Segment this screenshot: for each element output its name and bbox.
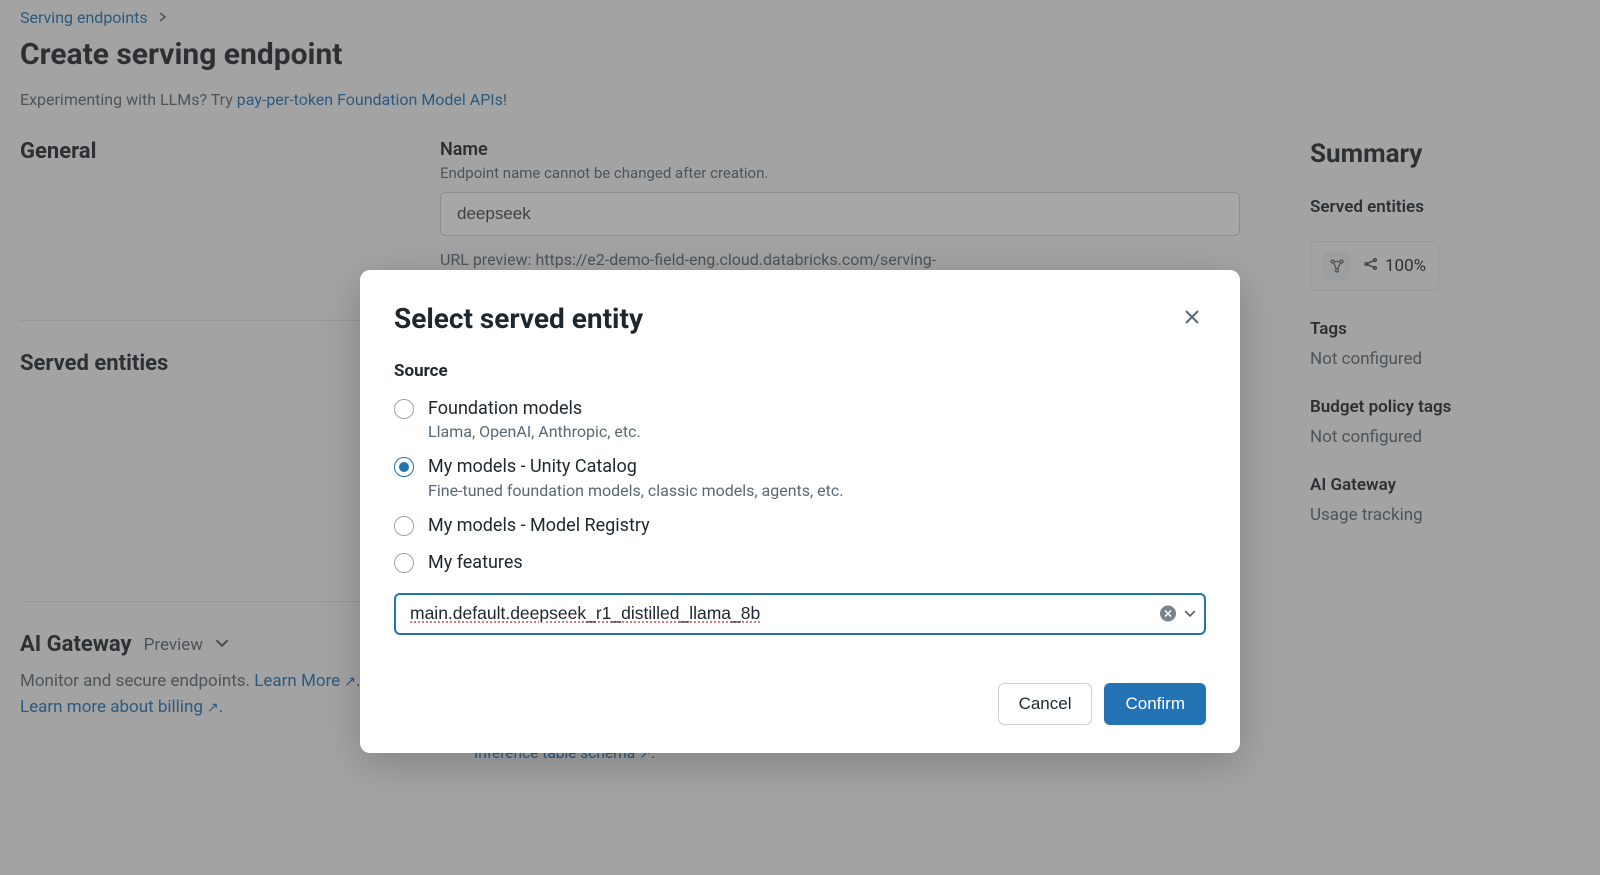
x-icon [1164,610,1172,618]
source-radio-group: Foundation models Llama, OpenAI, Anthrop… [394,397,1206,575]
cancel-button[interactable]: Cancel [998,683,1093,725]
select-served-entity-modal: Select served entity Source Foundation m… [360,270,1240,753]
radio-my-models-unity-catalog[interactable]: My models - Unity Catalog Fine-tuned fou… [394,455,1206,499]
radio-label: Foundation models [428,397,641,420]
confirm-button[interactable]: Confirm [1104,683,1206,725]
radio-label: My models - Model Registry [428,514,650,537]
radio-label: My models - Unity Catalog [428,455,843,478]
radio-foundation-models[interactable]: Foundation models Llama, OpenAI, Anthrop… [394,397,1206,441]
clear-button[interactable] [1160,606,1176,622]
chevron-down-icon[interactable] [1184,604,1196,623]
source-label: Source [394,361,1206,381]
close-icon [1182,307,1202,327]
radio-icon [394,516,414,536]
entity-combobox-input[interactable] [394,593,1206,635]
radio-label: My features [428,551,523,574]
modal-title: Select served entity [394,302,643,335]
radio-icon [394,553,414,573]
radio-sublabel: Fine-tuned foundation models, classic mo… [428,481,843,500]
radio-my-models-model-registry[interactable]: My models - Model Registry [394,514,1206,537]
radio-my-features[interactable]: My features [394,551,1206,574]
radio-sublabel: Llama, OpenAI, Anthropic, etc. [428,422,641,441]
radio-icon [394,399,414,419]
radio-icon [394,457,414,477]
close-button[interactable] [1178,303,1206,334]
